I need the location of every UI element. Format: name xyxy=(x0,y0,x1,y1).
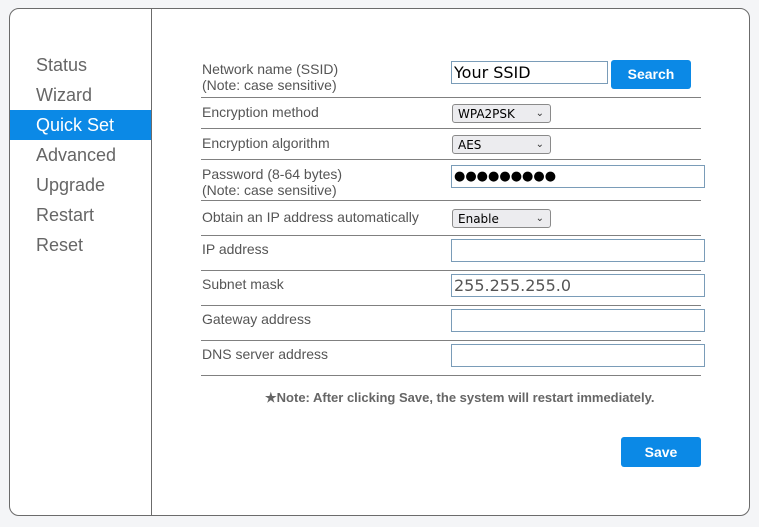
sidebar-item-advanced[interactable]: Advanced xyxy=(10,140,151,170)
gateway-label: Gateway address xyxy=(202,311,311,327)
sidebar-item-reset[interactable]: Reset xyxy=(10,230,151,260)
gateway-input[interactable] xyxy=(451,309,705,332)
ssid-label: Network name (SSID) (Note: case sensitiv… xyxy=(202,61,338,93)
encryption-method-value: WPA2PSK xyxy=(458,107,515,121)
password-label: Password (8-64 bytes) (Note: case sensit… xyxy=(202,166,342,198)
gateway-row: Gateway address xyxy=(201,306,705,341)
ip-address-label: IP address xyxy=(202,241,269,257)
sidebar: Status Wizard Quick Set Advanced Upgrade… xyxy=(10,9,152,515)
password-label-text: Password (8-64 bytes) xyxy=(202,166,343,182)
encryption-method-row: Encryption method WPA2PSK ⌄ xyxy=(201,98,701,129)
dns-label: DNS server address xyxy=(202,346,329,362)
ssid-note: (Note: case sensitive) xyxy=(202,77,337,93)
sidebar-item-upgrade[interactable]: Upgrade xyxy=(10,170,151,200)
password-input[interactable]: ●●●●●●●●● xyxy=(451,165,705,188)
subnet-mask-row: Subnet mask 255.255.255.0 xyxy=(201,271,705,306)
chevron-down-icon: ⌄ xyxy=(535,108,544,119)
ssid-row: Network name (SSID) (Note: case sensitiv… xyxy=(201,57,701,98)
encryption-method-select[interactable]: WPA2PSK ⌄ xyxy=(452,104,551,123)
ssid-input[interactable]: Your SSID xyxy=(451,61,608,84)
restart-note: ★Note: After clicking Save, the system w… xyxy=(265,390,655,405)
dns-row: DNS server address xyxy=(201,341,705,376)
encryption-algorithm-label: Encryption algorithm xyxy=(202,135,330,151)
dhcp-value: Enable xyxy=(458,212,499,226)
ip-address-row: IP address xyxy=(201,236,705,271)
subnet-mask-input[interactable]: 255.255.255.0 xyxy=(451,274,705,297)
dns-input[interactable] xyxy=(451,344,705,367)
sidebar-item-wizard[interactable]: Wizard xyxy=(10,80,151,110)
sidebar-item-restart[interactable]: Restart xyxy=(10,200,151,230)
chevron-down-icon: ⌄ xyxy=(535,213,544,224)
password-row: Password (8-64 bytes) (Note: case sensit… xyxy=(201,160,705,201)
main-panel: Status Wizard Quick Set Advanced Upgrade… xyxy=(9,8,750,516)
encryption-algorithm-value: AES xyxy=(458,138,482,152)
encryption-method-label: Encryption method xyxy=(202,104,319,120)
encryption-algorithm-row: Encryption algorithm AES ⌄ xyxy=(201,129,701,160)
dhcp-select[interactable]: Enable ⌄ xyxy=(452,209,551,228)
ip-address-input[interactable] xyxy=(451,239,705,262)
save-button[interactable]: Save xyxy=(621,437,701,467)
sidebar-item-status[interactable]: Status xyxy=(10,50,151,80)
subnet-mask-label: Subnet mask xyxy=(202,276,284,292)
encryption-algorithm-select[interactable]: AES ⌄ xyxy=(452,135,551,154)
sidebar-item-quick-set[interactable]: Quick Set xyxy=(10,110,151,140)
chevron-down-icon: ⌄ xyxy=(535,139,544,150)
dhcp-row: Obtain an IP address automatically Enabl… xyxy=(201,201,701,236)
password-note: (Note: case sensitive) xyxy=(202,182,337,198)
ssid-label-text: Network name (SSID) xyxy=(202,61,339,77)
search-button[interactable]: Search xyxy=(611,60,691,89)
sidebar-nav: Status Wizard Quick Set Advanced Upgrade… xyxy=(10,50,151,260)
dhcp-label: Obtain an IP address automatically xyxy=(202,209,419,225)
